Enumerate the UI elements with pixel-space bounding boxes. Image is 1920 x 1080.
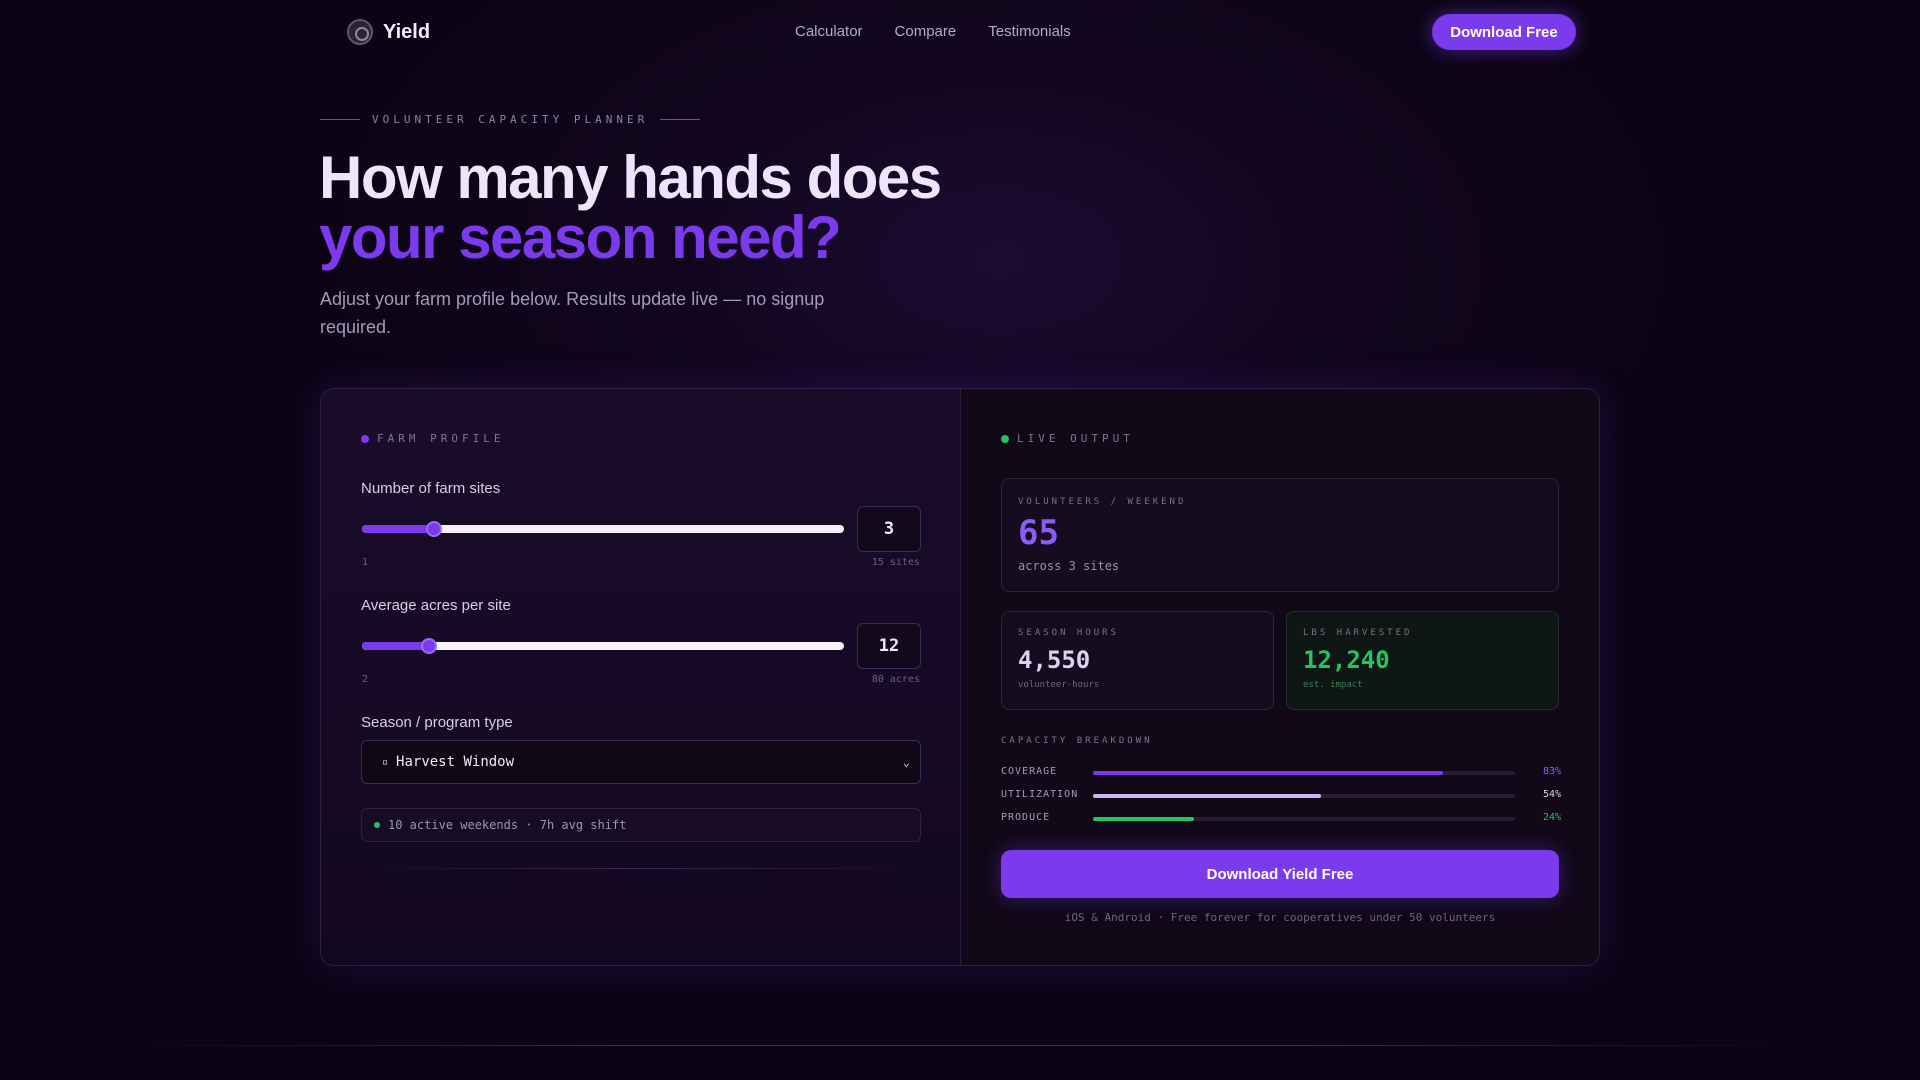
live-output-label-text: LIVE OUTPUT	[1017, 432, 1134, 445]
breakdown-row-utilization: UTILIZATION 54%	[1001, 789, 1561, 803]
season-select[interactable]: ▫ Harvest Window ⌄	[361, 740, 921, 784]
hero-eyebrow: VOLUNTEER CAPACITY PLANNER	[320, 113, 701, 126]
season-info-text: 10 active weekends · 7h avg shift	[388, 818, 627, 832]
breakdown-fill	[1093, 794, 1321, 798]
sites-number-input[interactable]	[857, 506, 921, 552]
eyebrow-line-right	[660, 119, 701, 120]
nav-link-calculator[interactable]: Calculator	[795, 23, 863, 40]
hero-title-line2: your season need?	[319, 204, 842, 271]
breakdown-track	[1093, 817, 1515, 821]
sites-min-label: 1	[362, 557, 369, 568]
calculator-panel: FARM PROFILE Number of farm sites 1 15 s…	[320, 388, 1600, 966]
breakdown-pct: 83%	[1542, 766, 1561, 777]
live-output-column: LIVE OUTPUT VOLUNTEERS / WEEKEND 65 acro…	[961, 389, 1599, 965]
lbs-harvested-label: LBS HARVESTED	[1303, 628, 1413, 638]
sites-slider-thumb[interactable]	[426, 521, 443, 537]
acres-min-label: 2	[362, 674, 369, 685]
logo-icon	[347, 19, 373, 45]
volunteers-card-label: VOLUNTEERS / WEEKEND	[1018, 497, 1187, 507]
breakdown-name: PRODUCE	[1001, 812, 1051, 823]
lbs-harvested-value: 12,240	[1303, 646, 1390, 674]
footer-divider	[120, 1045, 1800, 1046]
hero-title-line1: How many hands does	[319, 144, 942, 211]
nav-download-button[interactable]: Download Free	[1432, 14, 1576, 50]
acres-number-input[interactable]	[857, 623, 921, 669]
sites-max-label: 15 sites	[871, 557, 920, 568]
eyebrow-line-left	[320, 119, 360, 120]
season-hours-card: SEASON HOURS 4,550 volunteer-hours	[1001, 611, 1274, 710]
season-hours-label: SEASON HOURS	[1018, 628, 1120, 638]
breakdown-pct: 54%	[1542, 789, 1561, 800]
live-dot-icon	[1001, 434, 1009, 443]
season-option-icon: ▫	[382, 756, 389, 768]
lbs-harvested-card: LBS HARVESTED 12,240 est. impact	[1286, 611, 1559, 710]
volunteers-sub: across 3 sites	[1018, 559, 1120, 573]
breakdown-row-produce: PRODUCE 24%	[1001, 812, 1561, 826]
nav-link-compare[interactable]: Compare	[895, 23, 957, 40]
breakdown-fill	[1093, 771, 1444, 775]
season-label: Season / program type	[361, 714, 513, 731]
volunteers-value: 65	[1018, 513, 1059, 553]
season-info-pill: 10 active weekends · 7h avg shift	[361, 808, 921, 842]
breakdown-fill	[1093, 817, 1195, 821]
sites-slider-fill	[362, 525, 435, 533]
breakdown-track	[1093, 794, 1515, 798]
acres-max-label: 80 acres	[871, 674, 920, 685]
acres-slider[interactable]	[362, 638, 844, 654]
top-nav: Yield Calculator Compare Testimonials Do…	[0, 0, 1920, 64]
sites-label: Number of farm sites	[361, 480, 501, 497]
nav-links: Calculator Compare Testimonials	[795, 23, 1071, 40]
brand-name: Yield	[383, 20, 431, 43]
cta-note: iOS & Android · Free forever for coopera…	[1064, 911, 1496, 924]
volunteers-card: VOLUNTEERS / WEEKEND 65 across 3 sites	[1001, 478, 1559, 592]
breakdown-name: COVERAGE	[1001, 766, 1058, 777]
acres-slider-thumb[interactable]	[421, 638, 438, 654]
farm-profile-column: FARM PROFILE Number of farm sites 1 15 s…	[321, 389, 961, 965]
nav-link-testimonials[interactable]: Testimonials	[988, 23, 1071, 40]
eyebrow-text: VOLUNTEER CAPACITY PLANNER	[372, 113, 649, 126]
breakdown-pct: 24%	[1542, 812, 1561, 823]
season-hours-sub: volunteer-hours	[1018, 680, 1100, 690]
sites-slider[interactable]	[362, 521, 844, 537]
capacity-breakdown-label: CAPACITY BREAKDOWN	[1001, 736, 1153, 746]
lbs-harvested-sub: est. impact	[1303, 680, 1363, 690]
breakdown-name: UTILIZATION	[1001, 789, 1079, 800]
acres-label: Average acres per site	[361, 597, 511, 614]
acres-slider-fill	[362, 642, 430, 650]
divider	[361, 868, 921, 869]
breakdown-row-coverage: COVERAGE 83%	[1001, 766, 1561, 780]
hero-title: How many hands does your season need?	[319, 144, 942, 271]
breakdown-track	[1093, 771, 1515, 775]
chevron-down-icon: ⌄	[902, 755, 910, 769]
farm-profile-label-text: FARM PROFILE	[377, 432, 505, 445]
season-hours-value: 4,550	[1018, 646, 1091, 674]
season-selected-value: Harvest Window	[396, 754, 515, 770]
green-dot-icon	[374, 822, 380, 828]
download-yield-button[interactable]: Download Yield Free	[1001, 850, 1559, 898]
live-output-label: LIVE OUTPUT	[1001, 432, 1134, 445]
farm-profile-label: FARM PROFILE	[361, 432, 504, 445]
hero-subtitle: Adjust your farm profile below. Results …	[320, 289, 825, 337]
purple-dot-icon	[361, 434, 369, 443]
brand-logo[interactable]: Yield	[347, 19, 430, 45]
